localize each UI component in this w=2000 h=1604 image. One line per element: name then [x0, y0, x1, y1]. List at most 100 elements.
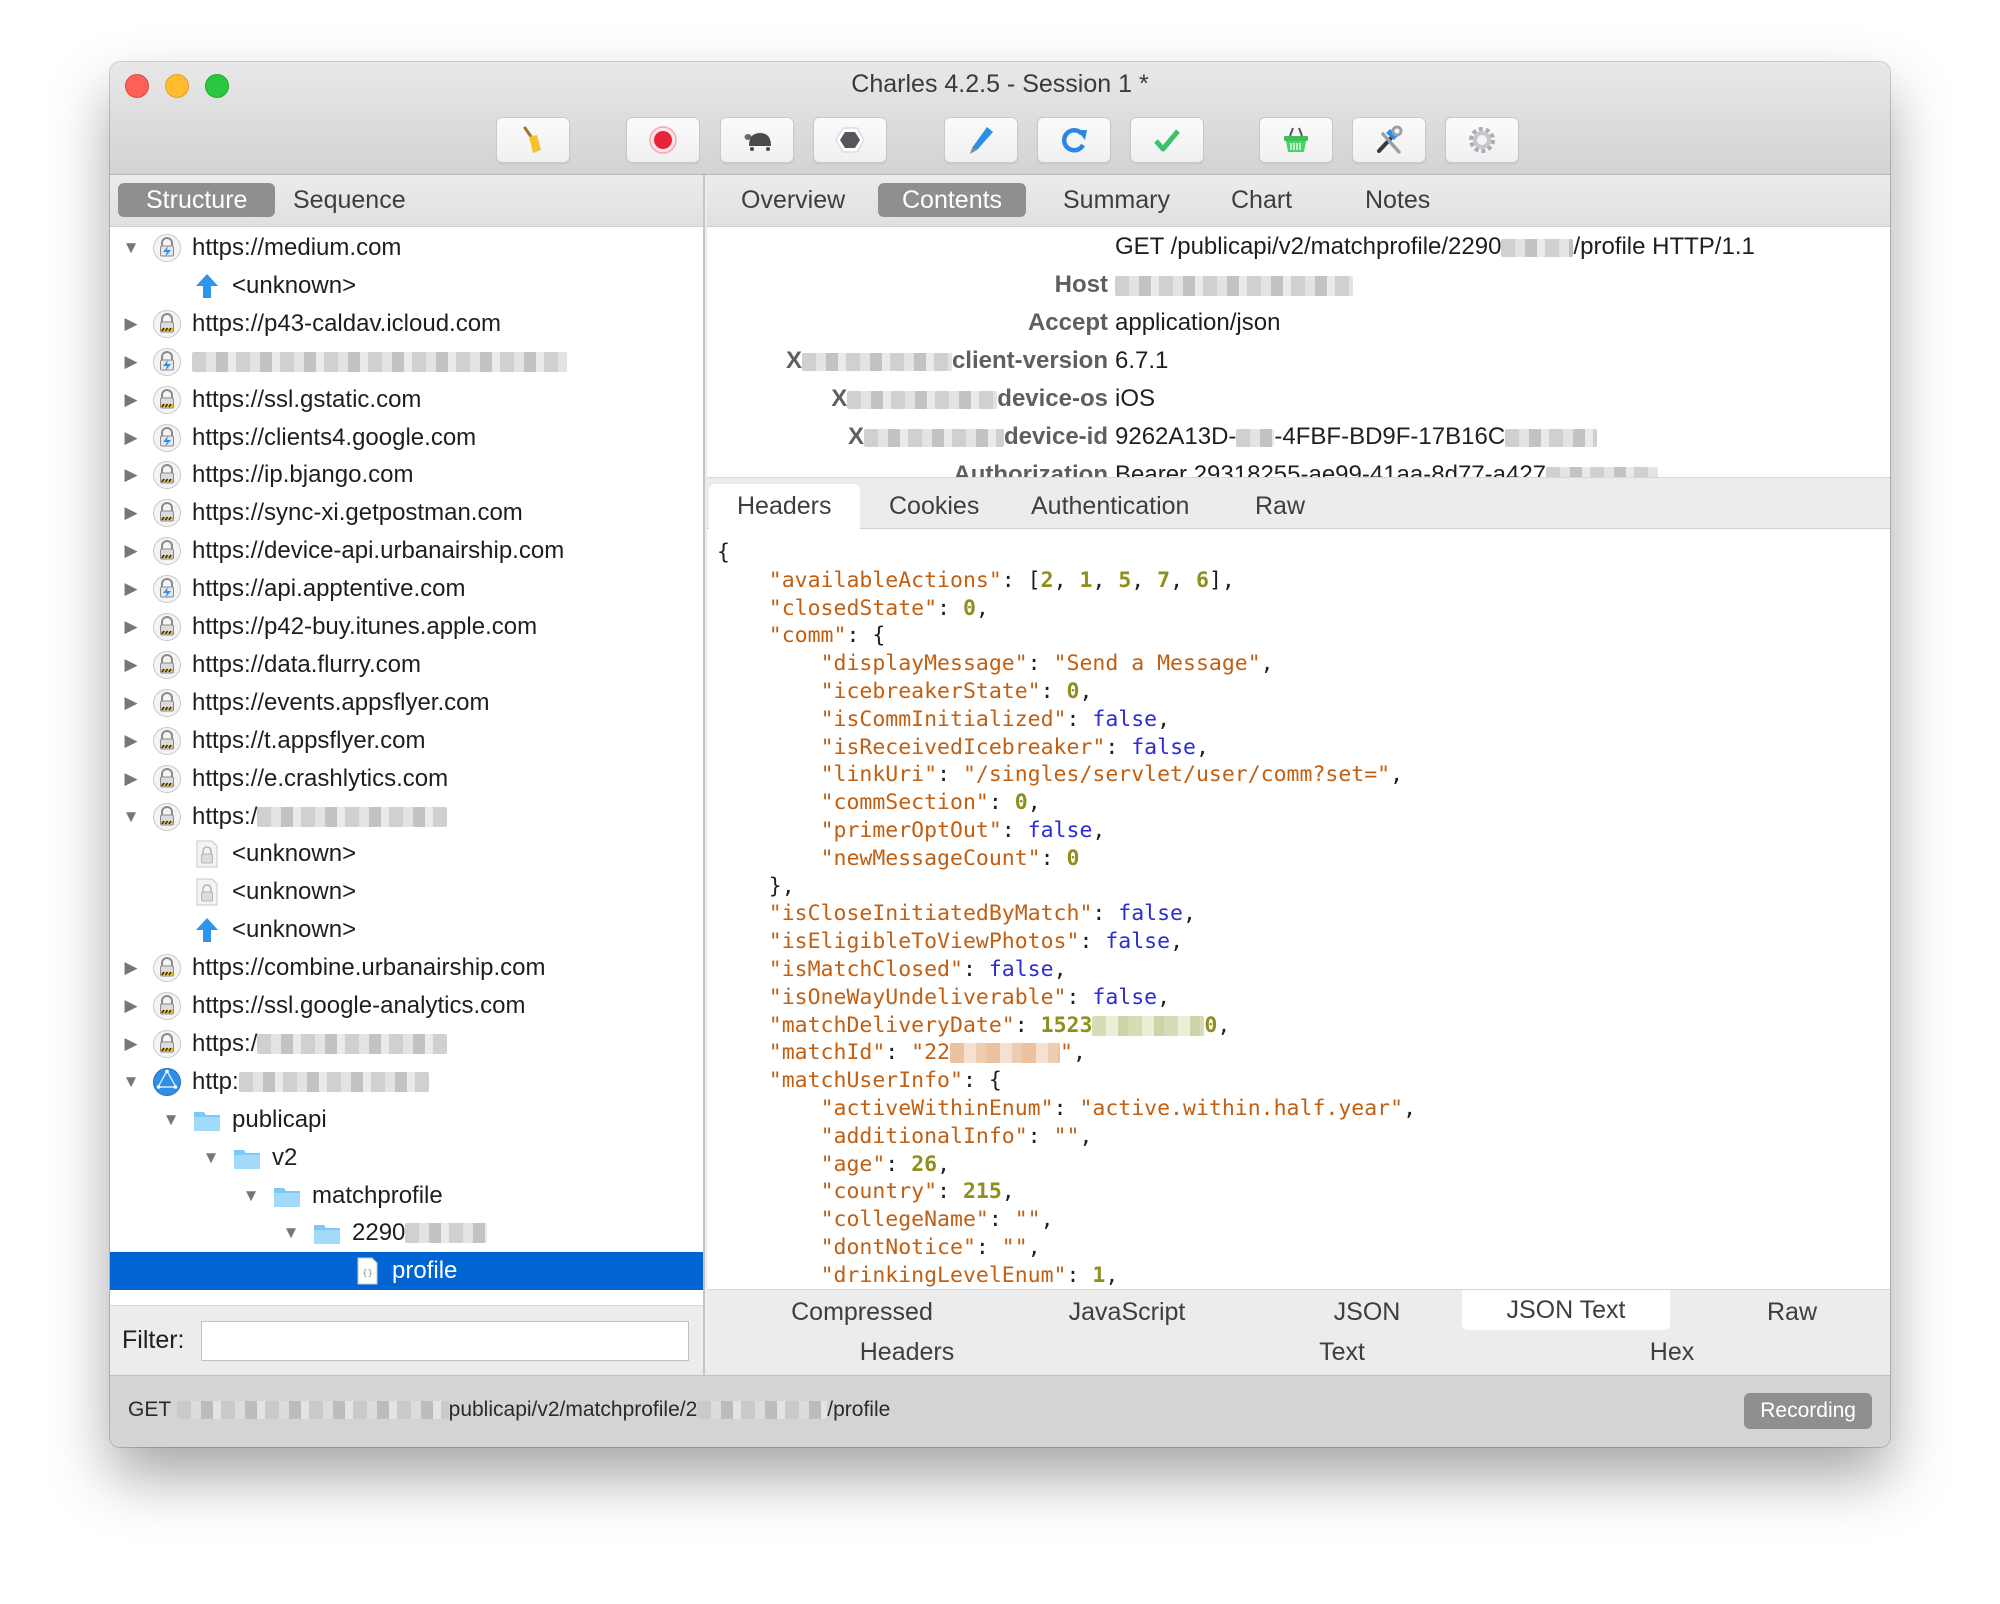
tree-row[interactable]: ▼ publicapi	[110, 1101, 703, 1139]
disclosure-collapsed-icon[interactable]: ▶	[122, 617, 140, 636]
tree-row[interactable]: ▶ https://events.appsflyer.com	[110, 684, 703, 722]
tab-headers[interactable]: Headers	[709, 484, 860, 530]
tree-row[interactable]: ▶ https://sync-xi.getpostman.com	[110, 494, 703, 532]
tree-row[interactable]: ▶ https://device-api.urbanairship.com	[110, 532, 703, 570]
tree-row[interactable]: ▶ https://t.appsflyer.com	[110, 722, 703, 760]
tab-authentication[interactable]: Authentication	[1003, 484, 1217, 530]
tab-hex[interactable]: Hex	[1617, 1332, 1727, 1372]
tab-raw-response[interactable]: Raw	[1717, 1292, 1867, 1332]
tab-text[interactable]: Text	[1277, 1332, 1407, 1372]
tree-row[interactable]: ▶ https://api.apptentive.com	[110, 570, 703, 608]
redacted-text	[192, 351, 567, 372]
disclosure-collapsed-icon[interactable]: ▶	[122, 996, 140, 1015]
disclosure-collapsed-icon[interactable]: ▶	[122, 314, 140, 333]
tree-row[interactable]: ▶ https://e.crashlytics.com	[110, 760, 703, 798]
tree-row[interactable]: ▼ https://medium.com	[110, 229, 703, 267]
tab-json[interactable]: JSON	[1277, 1292, 1457, 1332]
json-key: "matchId"	[768, 1040, 886, 1066]
disclosure-expanded-icon[interactable]: ▼	[122, 1072, 140, 1091]
disclosure-expanded-icon[interactable]: ▼	[122, 238, 140, 257]
settings-button[interactable]	[1445, 117, 1519, 163]
validate-button[interactable]	[1130, 117, 1204, 163]
recording-badge[interactable]: Recording	[1744, 1393, 1872, 1429]
tab-json-text[interactable]: JSON Text	[1462, 1290, 1670, 1330]
tree-row-label: https://medium.com	[192, 234, 402, 261]
disclosure-collapsed-icon[interactable]: ▶	[122, 1034, 140, 1053]
tree-row[interactable]: <unknown>	[110, 873, 703, 911]
tree-row[interactable]: ▶ https://ip.bjango.com	[110, 456, 703, 494]
tab-javascript[interactable]: JavaScript	[1027, 1292, 1227, 1332]
tree-row[interactable]: ▼ 2290	[110, 1214, 703, 1252]
tree-row[interactable]: ▶	[110, 343, 703, 381]
tab-notes[interactable]: Notes	[1341, 183, 1454, 217]
disclosure-collapsed-icon[interactable]: ▶	[122, 693, 140, 712]
json-line: "age": 26,	[717, 1151, 1890, 1179]
redacted-text	[257, 1033, 448, 1054]
tab-response-headers[interactable]: Headers	[807, 1332, 1007, 1372]
disclosure-collapsed-icon[interactable]: ▶	[122, 769, 140, 788]
tree-row[interactable]: ▶ https://combine.urbanairship.com	[110, 949, 703, 987]
disclosure-collapsed-icon[interactable]: ▶	[122, 428, 140, 447]
tree-row[interactable]: ▶ https:/	[110, 1025, 703, 1063]
tree-row[interactable]: <unknown>	[110, 911, 703, 949]
disclosure-expanded-icon[interactable]: ▼	[202, 1148, 220, 1167]
tab-summary[interactable]: Summary	[1039, 183, 1194, 217]
tab-overview[interactable]: Overview	[717, 183, 869, 217]
tab-sequence[interactable]: Sequence	[265, 183, 434, 217]
disclosure-collapsed-icon[interactable]: ▶	[122, 541, 140, 560]
tree-row[interactable]: {} profile	[110, 1252, 703, 1291]
tree-row[interactable]: <unknown>	[110, 835, 703, 873]
tree-row[interactable]: ▼ matchprofile	[110, 1177, 703, 1215]
disclosure-expanded-icon[interactable]: ▼	[242, 1186, 260, 1205]
disclosure-collapsed-icon[interactable]: ▶	[122, 465, 140, 484]
json-punctuation: ,	[1157, 706, 1171, 732]
disclosure-collapsed-icon[interactable]: ▶	[122, 655, 140, 674]
shopping-button[interactable]	[1259, 117, 1333, 163]
tree-row[interactable]: ▶ https://ssl.gstatic.com	[110, 381, 703, 419]
tree-row[interactable]: ▶ https://clients4.google.com	[110, 419, 703, 457]
tab-compressed[interactable]: Compressed	[737, 1292, 987, 1332]
disclosure-collapsed-icon[interactable]: ▶	[122, 390, 140, 409]
json-key: "primerOptOut"	[820, 817, 1002, 843]
tree-row[interactable]: ▶ https://p42-buy.itunes.apple.com	[110, 608, 703, 646]
disclosure-expanded-icon[interactable]: ▼	[282, 1223, 300, 1242]
compose-button[interactable]	[944, 117, 1018, 163]
record-button[interactable]	[626, 117, 700, 163]
json-text-view[interactable]: { "availableActions": [2, 1, 5, 7, 6], "…	[707, 529, 1890, 1306]
tree-row[interactable]: ▼ v2	[110, 1139, 703, 1177]
json-value: false	[1027, 817, 1093, 843]
disclosure-collapsed-icon[interactable]: ▶	[122, 503, 140, 522]
json-punctuation: :	[885, 1040, 912, 1066]
request-line: GET /publicapi/v2/matchprofile/2290/prof…	[707, 233, 1890, 271]
disclosure-collapsed-icon[interactable]: ▶	[122, 958, 140, 977]
tree-row[interactable]: ▶ https://p43-caldav.icloud.com	[110, 305, 703, 343]
tab-raw[interactable]: Raw	[1227, 484, 1333, 530]
tools-button[interactable]	[1352, 117, 1426, 163]
tree-row[interactable]: ▶ https://data.flurry.com	[110, 646, 703, 684]
tab-contents[interactable]: Contents	[878, 183, 1027, 217]
tree-row[interactable]: <unknown>	[110, 267, 703, 305]
breakpoints-button[interactable]	[813, 117, 887, 163]
filter-bar: Filter:	[110, 1305, 703, 1375]
disclosure-expanded-icon[interactable]: ▼	[162, 1110, 180, 1129]
tree-row[interactable]: ▶ https://ssl.google-analytics.com	[110, 987, 703, 1025]
clear-session-button[interactable]	[496, 117, 570, 163]
tab-chart[interactable]: Chart	[1207, 183, 1316, 217]
tab-structure[interactable]: Structure	[118, 183, 276, 217]
disclosure-collapsed-icon[interactable]: ▶	[122, 731, 140, 750]
tree-row[interactable]: ▼ http:	[110, 1063, 703, 1101]
disclosure-collapsed-icon[interactable]: ▶	[122, 579, 140, 598]
disclosure-expanded-icon[interactable]: ▼	[122, 807, 140, 826]
header-row-authorization: Authorization Bearer 29318255-ae99-41aa-…	[707, 461, 1890, 477]
filter-input[interactable]	[200, 1320, 689, 1361]
repeat-button[interactable]	[1037, 117, 1111, 163]
tree-row[interactable]: ▼ https:/	[110, 798, 703, 836]
json-value: "active.within.half.year"	[1079, 1095, 1404, 1121]
tree-row-label: matchprofile	[312, 1181, 443, 1209]
disclosure-collapsed-icon[interactable]: ▶	[122, 352, 140, 371]
throttle-button[interactable]	[720, 117, 794, 163]
tab-cookies[interactable]: Cookies	[861, 484, 1007, 530]
